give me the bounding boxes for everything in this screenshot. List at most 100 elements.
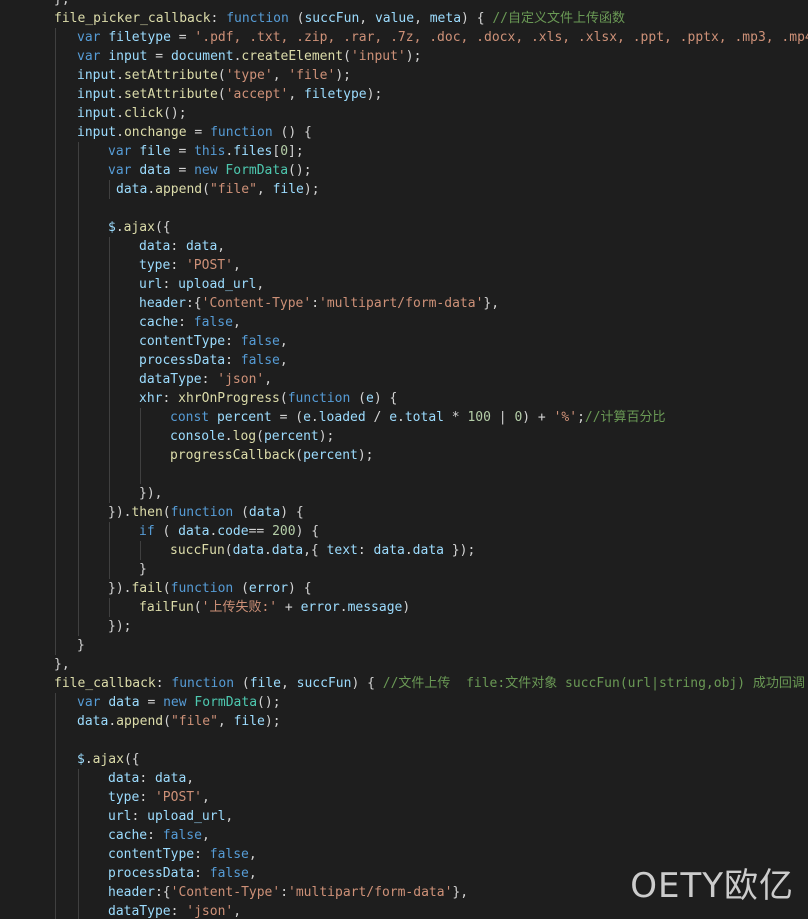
code-token: percent bbox=[216, 410, 272, 425]
code-line[interactable]: dataType: 'json', bbox=[108, 902, 241, 919]
code-line[interactable]: var filetype = '.pdf, .txt, .zip, .rar, … bbox=[77, 28, 808, 47]
code-line[interactable]: const percent = (e.loaded / e.total * 10… bbox=[170, 408, 666, 427]
code-token: FormData bbox=[225, 163, 289, 178]
code-line[interactable]: progressCallback(percent); bbox=[170, 446, 374, 465]
code-token: + bbox=[277, 600, 301, 615]
code-line[interactable]: header:{'Content-Type':'multipart/form-d… bbox=[108, 883, 468, 902]
code-token: ( bbox=[295, 448, 304, 463]
code-token: = bbox=[170, 144, 195, 159]
code-line[interactable]: processData: false, bbox=[139, 351, 288, 370]
code-token: ( bbox=[256, 429, 264, 444]
code-token: 'multipart/form-data' bbox=[319, 296, 484, 311]
code-line[interactable]: } bbox=[139, 560, 147, 579]
code-line[interactable]: type: 'POST', bbox=[108, 788, 210, 807]
code-line[interactable]: input.setAttribute('type', 'file'); bbox=[77, 66, 351, 85]
indent-guide bbox=[78, 769, 79, 919]
code-token: , bbox=[248, 847, 257, 862]
code-token: : bbox=[225, 334, 241, 349]
code-token: type bbox=[108, 790, 140, 805]
code-token: FormData bbox=[194, 695, 258, 710]
code-token: function bbox=[170, 505, 234, 520]
code-token: //自定义文件上传函数 bbox=[492, 11, 626, 26]
code-token: cache bbox=[139, 315, 179, 330]
code-token: document bbox=[170, 49, 234, 64]
code-line[interactable]: var data = new FormData(); bbox=[77, 693, 281, 712]
code-line[interactable]: }); bbox=[108, 617, 131, 636]
code-line[interactable]: cache: false, bbox=[108, 826, 210, 845]
code-line[interactable]: $.ajax({ bbox=[77, 750, 140, 769]
code-line[interactable]: dataType: 'json', bbox=[139, 370, 272, 389]
code-line[interactable]: data.append("file", file); bbox=[77, 712, 281, 731]
code-token: : bbox=[201, 372, 218, 387]
code-line[interactable]: console.log(percent); bbox=[170, 427, 334, 446]
code-line[interactable]: }).then(function (data) { bbox=[108, 503, 304, 522]
code-token: }). bbox=[108, 505, 132, 520]
code-line[interactable]: data.append("file", file); bbox=[116, 180, 320, 199]
code-line[interactable]: xhr: xhrOnProgress(function (e) { bbox=[139, 389, 397, 408]
code-token: == bbox=[248, 524, 273, 539]
code-token: : bbox=[139, 790, 155, 805]
code-line[interactable]: contentType: false, bbox=[108, 845, 257, 864]
code-line[interactable]: } bbox=[77, 636, 85, 655]
code-line[interactable]: processData: false, bbox=[108, 864, 257, 883]
code-line[interactable]: type: 'POST', bbox=[139, 256, 241, 275]
code-line[interactable]: input.onchange = function () { bbox=[77, 123, 312, 142]
code-token: false bbox=[162, 828, 202, 843]
code-line[interactable]: succFun(data.data,{ text: data.data }); bbox=[170, 541, 475, 560]
code-token: 'multipart/form-data' bbox=[288, 885, 453, 900]
code-line[interactable]: failFun('上传失败:' + error.message) bbox=[139, 598, 410, 617]
code-token: '%' bbox=[553, 410, 578, 425]
code-line[interactable]: }, bbox=[54, 0, 70, 9]
code-token: files bbox=[233, 144, 273, 159]
code-line[interactable]: data: data, bbox=[108, 769, 194, 788]
code-line[interactable]: cache: false, bbox=[139, 313, 241, 332]
code-token: : bbox=[210, 11, 227, 26]
code-token: 'json' bbox=[186, 904, 234, 919]
code-line[interactable]: data: data, bbox=[139, 237, 225, 256]
code-token: : bbox=[170, 239, 186, 254]
code-token: false bbox=[209, 847, 249, 862]
code-token: }, bbox=[54, 0, 70, 7]
code-line[interactable]: contentType: false, bbox=[139, 332, 288, 351]
code-token: } bbox=[139, 562, 147, 577]
code-line[interactable]: }), bbox=[139, 484, 162, 503]
code-line[interactable]: }).fail(function (error) { bbox=[108, 579, 312, 598]
code-line[interactable]: input.click(); bbox=[77, 104, 187, 123]
code-token: = bbox=[147, 49, 171, 64]
code-token: , bbox=[232, 258, 241, 273]
code-line[interactable]: $.ajax({ bbox=[108, 218, 171, 237]
code-token: , bbox=[217, 239, 226, 254]
indent-guide bbox=[55, 693, 56, 919]
code-token: percent bbox=[303, 448, 358, 463]
code-token: percent bbox=[263, 429, 319, 444]
code-line[interactable]: if ( data.code== 200) { bbox=[139, 522, 319, 541]
code-line[interactable]: input.setAttribute('accept', filetype); bbox=[77, 85, 382, 104]
code-token: error bbox=[300, 600, 340, 615]
code-token: }); bbox=[443, 543, 476, 558]
code-editor[interactable]: }, file_picker_callback: function (succFu… bbox=[0, 0, 808, 919]
code-token: . bbox=[404, 543, 413, 558]
code-line[interactable]: url: upload_url, bbox=[139, 275, 264, 294]
code-line[interactable]: var file = this.files[0]; bbox=[108, 142, 304, 161]
code-token: log bbox=[232, 429, 257, 444]
code-token: value bbox=[374, 11, 415, 26]
code-token: file bbox=[139, 144, 171, 159]
code-line[interactable]: url: upload_url, bbox=[108, 807, 233, 826]
code-line[interactable]: file_callback: function (file, succFun) … bbox=[54, 674, 805, 693]
code-token: file bbox=[249, 676, 281, 691]
code-token: ajax bbox=[123, 220, 155, 235]
code-token: : bbox=[131, 809, 148, 824]
code-token: file bbox=[233, 714, 265, 729]
code-token: , bbox=[256, 277, 265, 292]
code-token: upload_url bbox=[147, 809, 226, 824]
code-token: = bbox=[186, 125, 211, 140]
code-token: '上传失败:' bbox=[201, 600, 278, 615]
code-token: / bbox=[365, 410, 390, 425]
code-line[interactable]: }, bbox=[54, 655, 70, 674]
code-line[interactable]: var data = new FormData(); bbox=[108, 161, 312, 180]
code-line[interactable]: var input = document.createElement('inpu… bbox=[77, 47, 421, 66]
code-token: header bbox=[108, 885, 155, 900]
code-token: : bbox=[357, 543, 374, 558]
code-line[interactable]: file_picker_callback: function (succFun,… bbox=[54, 9, 625, 28]
code-line[interactable]: header:{'Content-Type':'multipart/form-d… bbox=[139, 294, 499, 313]
